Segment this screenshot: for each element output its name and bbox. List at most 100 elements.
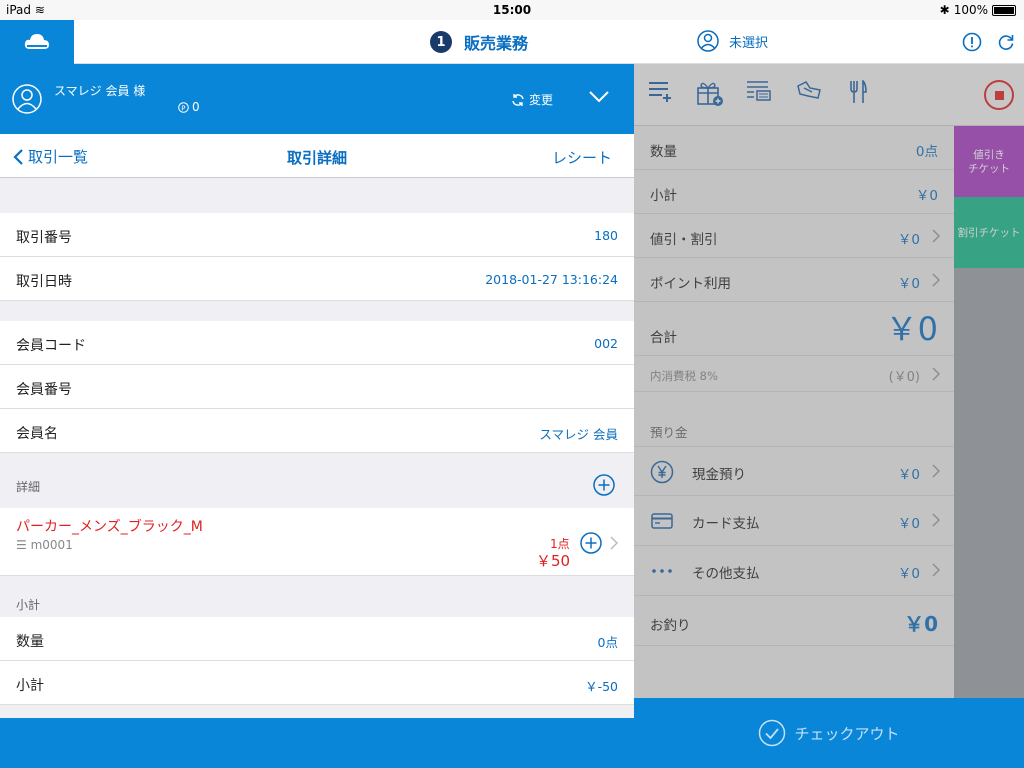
change-member-button[interactable]: 変更: [511, 91, 553, 108]
chevron-right-icon: [932, 563, 940, 577]
member-code-row: 会員コード 002: [0, 321, 634, 365]
bluetooth-icon: ✱: [939, 3, 950, 17]
register-title[interactable]: 1 販売業務: [430, 30, 528, 54]
stop-icon: [994, 90, 1004, 100]
ticket-column: 値引き チケット 割引チケット: [954, 126, 1024, 698]
total-label: 合計: [650, 330, 677, 346]
register-list-icon[interactable]: [746, 80, 772, 102]
row-label: 取引番号: [16, 230, 72, 246]
checkout-button[interactable]: チェックアウト: [634, 698, 1024, 768]
member-bar: スマレジ 会員 様 P 0 変更: [0, 64, 634, 134]
tax-label: 内消費税 8%: [650, 369, 718, 383]
transaction-detail-list: 取引番号 180 取引日時 2018-01-27 13:16:24 会員コード …: [0, 178, 634, 718]
deposit-section-label: 預り金: [650, 425, 688, 440]
cloud-logo-icon: [24, 34, 49, 49]
clock: 15:00: [492, 3, 532, 17]
subtotal-quantity-row: 数量 0点: [0, 617, 634, 661]
member-avatar-icon[interactable]: [12, 84, 42, 114]
row-value: ￥-50: [585, 679, 618, 694]
row-value: ￥0: [897, 232, 920, 248]
menu-button[interactable]: [0, 20, 74, 64]
checkout-label: チェックアウト: [794, 724, 900, 743]
row-label: 値引・割引: [650, 232, 718, 248]
staff-name: 未選択: [729, 35, 769, 51]
member-points: P 0: [178, 100, 200, 114]
gift-icon[interactable]: [696, 80, 724, 106]
summary-points-row[interactable]: ポイント利用 ￥0: [634, 258, 954, 302]
card-icon: [651, 513, 673, 529]
row-value: ￥0: [897, 276, 920, 292]
row-value: スマレジ 会員: [539, 427, 618, 442]
subtotal-amount-row: 小計 ￥-50: [0, 661, 634, 705]
transaction-number-row: 取引番号 180: [0, 213, 634, 257]
payment-label: 現金預り: [692, 467, 746, 483]
list-item[interactable]: パーカー_メンズ_ブラック_M ☰ m0001 1点 ￥50: [0, 508, 634, 576]
stop-button[interactable]: [984, 80, 1014, 110]
summary-quantity-row: 数量 0点: [634, 126, 954, 170]
payment-cash-row[interactable]: 現金預り ￥0: [634, 446, 954, 496]
points-icon: P: [178, 101, 189, 113]
chevron-down-icon[interactable]: [588, 90, 610, 104]
member-name: スマレジ 会員 様: [54, 84, 146, 98]
total-row: 合計 ￥0: [634, 300, 954, 356]
member-number-row: 会員番号: [0, 365, 634, 409]
chevron-right-icon: [932, 464, 940, 478]
payment-other-row[interactable]: その他支払 ￥0: [634, 546, 954, 596]
payment-value: ￥0: [897, 566, 920, 582]
transaction-datetime-row: 取引日時 2018-01-27 13:16:24: [0, 257, 634, 301]
detail-nav-bar: 取引一覧 取引詳細 レシート: [0, 134, 634, 178]
details-section-label: 詳細: [16, 480, 41, 494]
row-label: 会員コード: [16, 338, 86, 354]
top-nav: 1 販売業務 未選択: [0, 20, 1024, 64]
return-icon[interactable]: [796, 80, 822, 102]
subtotal-section-label: 小計: [16, 598, 41, 612]
summary-discount-row[interactable]: 値引・割引 ￥0: [634, 214, 954, 258]
chevron-right-icon: [932, 367, 940, 381]
detail-title: 取引詳細: [286, 149, 347, 167]
ticket-line2: チケット: [968, 163, 1010, 175]
status-bar: iPad ≋ 15:00 ✱ 100%: [0, 0, 1024, 20]
chevron-right-icon: [932, 273, 940, 287]
refresh-icon[interactable]: [996, 32, 1016, 52]
change-value: ￥0: [904, 612, 938, 636]
top-icons: [962, 32, 1016, 52]
row-label: ポイント利用: [650, 276, 731, 292]
staff-selector[interactable]: 未選択: [697, 30, 768, 52]
ticket-line1: 値引き: [973, 149, 1005, 161]
change-label: お釣り: [650, 618, 691, 634]
payment-label: カード支払: [692, 516, 760, 532]
left-footer-bar: [0, 718, 634, 768]
battery-icon: [992, 4, 1016, 16]
receipt-button[interactable]: レシート: [552, 147, 612, 168]
change-label: 変更: [529, 93, 554, 107]
register-panel: 数量 0点 小計 ￥0 値引・割引 ￥0 ポイント利用 ￥0 合計 ￥0 内消費…: [634, 64, 1024, 768]
chevron-right-icon: [610, 536, 618, 550]
row-value: 2018-01-27 13:16:24: [485, 272, 618, 287]
alert-icon[interactable]: [962, 32, 982, 52]
discount-ticket-button[interactable]: 値引き チケット: [954, 126, 1024, 197]
add-item-icon[interactable]: [593, 474, 615, 496]
row-label: 取引日時: [16, 274, 72, 290]
item-price: ￥50: [536, 552, 571, 570]
fork-knife-icon[interactable]: [848, 80, 868, 104]
status-right: ✱ 100%: [940, 3, 1016, 17]
check-circle-icon: [759, 719, 786, 747]
row-value: 002: [594, 336, 618, 351]
tax-row[interactable]: 内消費税 8% (￥0): [634, 356, 954, 392]
percent-ticket-button[interactable]: 割引チケット: [954, 197, 1024, 268]
increase-quantity-icon[interactable]: [580, 532, 602, 554]
row-label: 小計: [16, 678, 44, 694]
row-label: 数量: [650, 144, 677, 160]
register-number-badge: 1: [430, 31, 452, 53]
item-code: ☰ m0001: [16, 538, 73, 552]
member-name-row: 会員名 スマレジ 会員: [0, 409, 634, 453]
row-value: 180: [594, 228, 618, 243]
sale-summary: 数量 0点 小計 ￥0 値引・割引 ￥0 ポイント利用 ￥0 合計 ￥0 内消費…: [634, 126, 954, 765]
register-toolbar: [634, 64, 1024, 126]
page-title: 販売業務: [464, 34, 529, 53]
more-dots-icon: [652, 569, 672, 573]
list-icon: ☰: [16, 538, 27, 552]
add-list-icon[interactable]: [648, 80, 672, 102]
user-icon: [697, 30, 719, 52]
payment-card-row[interactable]: カード支払 ￥0: [634, 496, 954, 546]
